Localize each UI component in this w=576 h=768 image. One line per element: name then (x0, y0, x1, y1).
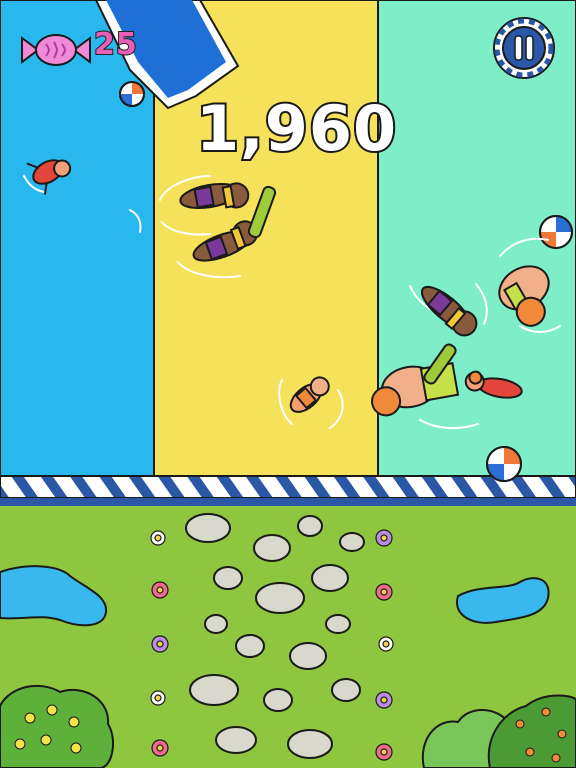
flower (378, 636, 394, 652)
pool (0, 0, 576, 477)
flower (150, 530, 166, 546)
flower (151, 635, 169, 653)
flower (151, 739, 169, 757)
pool-edge-rope (0, 475, 576, 506)
beach-ball (119, 81, 145, 107)
flower (375, 743, 393, 761)
bush-left (0, 684, 115, 768)
beach-ball (539, 215, 573, 249)
flower (375, 529, 393, 547)
flower (375, 583, 393, 601)
flower (150, 690, 166, 706)
beach-ball (486, 446, 522, 482)
flower (375, 691, 393, 709)
flower (151, 581, 169, 599)
pause-button[interactable] (493, 17, 555, 79)
score: 1,960 (194, 92, 398, 165)
candy-count: 25 (93, 27, 138, 62)
